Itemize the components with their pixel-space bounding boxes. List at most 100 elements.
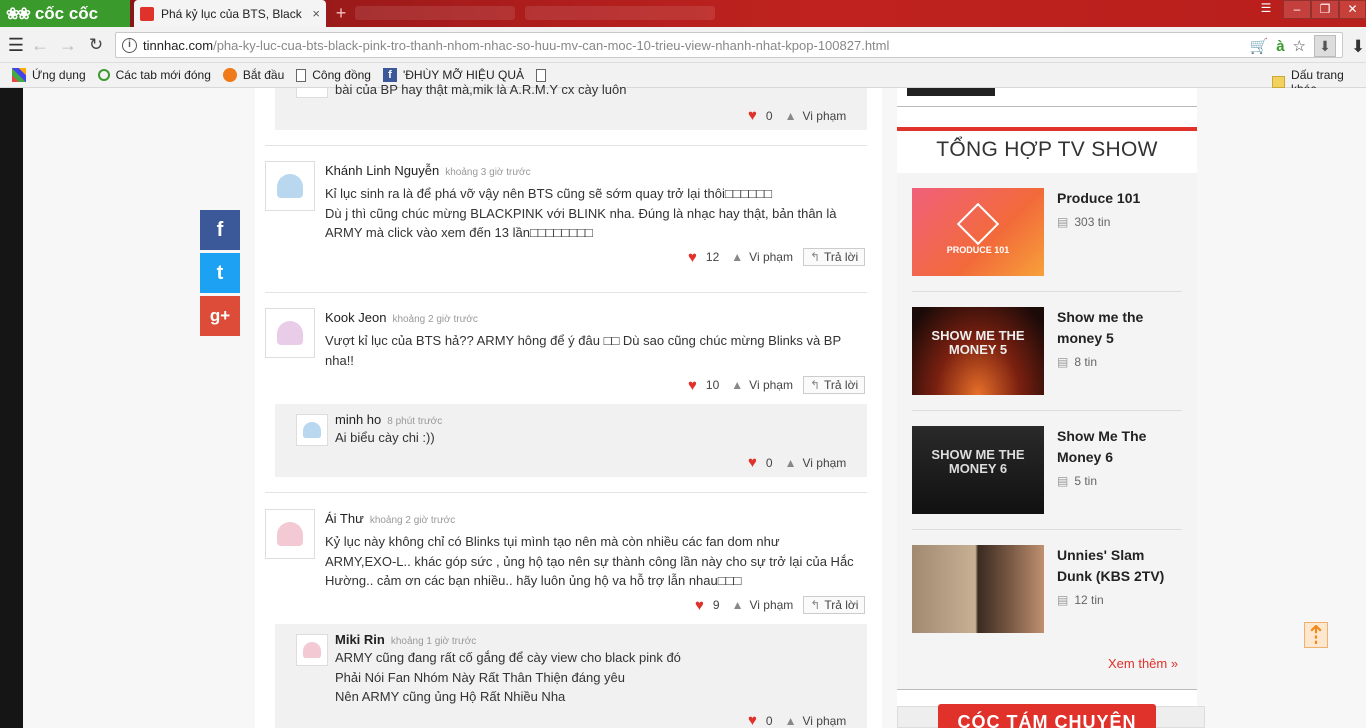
show-count: ▤ 8 tin: [1057, 355, 1097, 369]
report-link[interactable]: Vi phạm: [749, 378, 793, 392]
forward-arrow-icon[interactable]: →: [58, 35, 78, 55]
show-thumbnail[interactable]: PRODUCE 101: [912, 188, 1044, 276]
comment-author[interactable]: minh ho: [335, 412, 381, 427]
download-icon[interactable]: ⬇: [1314, 35, 1336, 57]
close-window-icon[interactable]: ✕: [1339, 0, 1366, 19]
report-link[interactable]: Vi phạm: [802, 714, 846, 728]
avatar: [296, 414, 328, 446]
maximize-icon[interactable]: ❐: [1311, 0, 1339, 19]
comment-author[interactable]: Miki Rin: [335, 632, 385, 647]
document-icon: ▤: [1057, 215, 1069, 229]
comment-author[interactable]: Khánh Linh Nguyễn: [325, 163, 439, 178]
comment-time: khoảng 3 giờ trước: [445, 167, 531, 178]
report-link[interactable]: Vi phạm: [749, 250, 793, 264]
like-count: 0: [765, 713, 773, 728]
user-placeholder-icon: [277, 522, 303, 546]
warning-icon[interactable]: ▲: [785, 714, 797, 728]
user-placeholder-icon: [303, 642, 321, 658]
browser-menu-icon[interactable]: ☰: [1252, 0, 1280, 19]
warning-icon[interactable]: ▲: [731, 378, 743, 392]
reply-button[interactable]: ↰ Trả lời: [802, 248, 866, 266]
divider: [265, 145, 867, 146]
reload-icon[interactable]: ↻: [86, 35, 106, 55]
report-link[interactable]: Vi phạm: [802, 109, 846, 123]
reply-icon: ↰: [809, 378, 821, 392]
reply-icon: ↰: [809, 250, 821, 264]
show-thumbnail[interactable]: SHOW ME THE MONEY 5: [912, 307, 1044, 395]
sidebar-menu-icon[interactable]: ☰: [6, 35, 26, 55]
avatar: [296, 634, 328, 666]
heart-icon[interactable]: ♥: [748, 454, 757, 471]
minimize-icon[interactable]: –: [1283, 0, 1311, 19]
report-link[interactable]: Vi phạm: [802, 456, 846, 470]
bookmark-start[interactable]: Bắt đầu: [222, 68, 284, 82]
warning-icon[interactable]: ▲: [731, 250, 743, 264]
warning-icon[interactable]: ▲: [732, 598, 744, 612]
bookmark-label: Các tab mới đóng: [115, 68, 211, 82]
heart-icon[interactable]: ♥: [688, 249, 697, 266]
coc-tam-chuyen-button[interactable]: CÓC TÁM CHUYỆN: [938, 704, 1156, 728]
reply-label: Trả lời: [824, 598, 859, 612]
shopping-cart-icon[interactable]: 🛒: [1250, 37, 1269, 55]
bookmark-apps[interactable]: Ứng dụng: [12, 68, 86, 82]
report-link[interactable]: Vi phạm: [749, 598, 793, 612]
address-bar[interactable]: i tinnhac.com /pha-ky-luc-cua-bts-black-…: [115, 32, 1343, 58]
show-thumbnail[interactable]: [912, 545, 1044, 633]
show-item[interactable]: Unnies' Slam Dunk (KBS 2TV) ▤ 12 tin: [912, 545, 1182, 635]
new-tab-button[interactable]: +: [332, 4, 350, 23]
show-title[interactable]: Unnies' Slam Dunk (KBS 2TV): [1057, 545, 1182, 587]
left-dark-strip: [0, 88, 23, 728]
warning-icon[interactable]: ▲: [785, 109, 797, 123]
coccoc-logo[interactable]: ❀❀ cốc cốc: [0, 0, 130, 27]
comment-actions: ♥ 0 ▲ Vi phạm: [748, 712, 846, 728]
heart-icon[interactable]: ♥: [748, 107, 757, 124]
previous-article-thumbnail[interactable]: [907, 88, 995, 96]
dictionary-icon[interactable]: à: [1276, 38, 1284, 55]
bookmark-recent-tabs[interactable]: Các tab mới đóng: [97, 68, 211, 82]
bookmark-star-icon[interactable]: ☆: [1293, 37, 1306, 55]
thumb-caption: SHOW ME THE MONEY 6: [931, 447, 1025, 476]
comment-actions: ♥ 0 ▲ Vi phạm: [748, 454, 846, 471]
warning-icon[interactable]: ▲: [785, 456, 797, 470]
show-item[interactable]: SHOW ME THE MONEY 5 Show me the money 5 …: [912, 307, 1182, 411]
tab-close-icon[interactable]: ×: [312, 6, 320, 21]
background-tab[interactable]: [355, 6, 515, 20]
scroll-to-top-icon[interactable]: ⇡: [1304, 622, 1328, 648]
share-google-plus-button[interactable]: g+: [200, 296, 240, 336]
browser-tab-active[interactable]: Phá kỷ lục của BTS, Black P ×: [134, 0, 326, 27]
reply-button[interactable]: ↰ Trả lời: [803, 596, 866, 614]
show-item[interactable]: SHOW ME THE MONEY 6 Show Me The Money 6 …: [912, 426, 1182, 530]
bookmarks-bar: Ứng dụng Các tab mới đóng Bắt đầu Công đ…: [0, 63, 1366, 96]
comment-text: Vượt kỉ lục của BTS hả?? ARMY hông để ý …: [325, 331, 841, 370]
comment-line: ARMY cũng đang rất cố gắng để cày view c…: [335, 650, 681, 665]
show-title[interactable]: Show me the money 5: [1057, 307, 1182, 349]
comment-author[interactable]: Ái Thư: [325, 511, 364, 526]
show-item[interactable]: PRODUCE 101 Produce 101 ▤ 303 tin: [912, 188, 1182, 292]
heart-icon[interactable]: ♥: [695, 597, 704, 614]
share-twitter-button[interactable]: t: [200, 253, 240, 293]
background-tab[interactable]: [525, 6, 715, 20]
info-icon[interactable]: i: [122, 37, 137, 53]
user-placeholder-icon: [277, 174, 303, 198]
heart-icon[interactable]: ♥: [748, 712, 757, 728]
reply-button[interactable]: ↰ Trả lời: [802, 376, 866, 394]
produce-logo-icon: [956, 202, 1000, 246]
heart-icon[interactable]: ♥: [688, 377, 697, 394]
share-facebook-button[interactable]: f: [200, 210, 240, 250]
comment-line: nha!!: [325, 352, 354, 368]
back-arrow-icon[interactable]: ←: [30, 35, 50, 55]
document-icon: ▤: [1057, 593, 1069, 607]
like-count: 10: [705, 378, 720, 392]
comment-header: Miki Rin khoảng 1 giờ trước: [335, 631, 476, 649]
show-thumbnail[interactable]: SHOW ME THE MONEY 6: [912, 426, 1044, 514]
show-title[interactable]: Show Me The Money 6: [1057, 426, 1182, 468]
show-title[interactable]: Produce 101: [1057, 188, 1182, 209]
avatar: [265, 308, 315, 358]
see-more-link[interactable]: Xem thêm »: [1108, 656, 1178, 671]
comment-author[interactable]: Kook Jeon: [325, 310, 386, 325]
comment-line: Nên ARMY cũng ủng Hộ Rất Nhiều Nha: [335, 689, 566, 704]
comment-text: Kỉ lục sinh ra là để phá vỡ vậy nên BTS …: [325, 184, 837, 243]
download-arrow-icon[interactable]: ⬇: [1351, 37, 1365, 57]
section-title: TỔNG HỢP TV SHOW: [936, 138, 1158, 161]
divider: [265, 492, 867, 493]
